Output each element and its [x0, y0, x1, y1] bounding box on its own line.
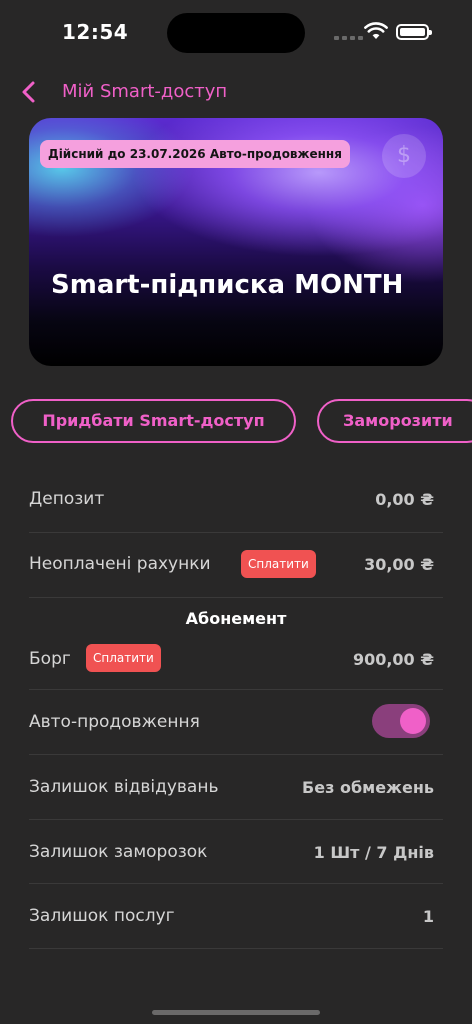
buy-smart-access-button[interactable]: Придбати Smart-доступ: [11, 399, 296, 443]
debt-label: Борг: [29, 649, 71, 669]
visits-left-value: Без обмежень: [302, 778, 434, 797]
deposit-value: 0,00 ₴: [375, 490, 434, 509]
wifi-icon: [364, 22, 388, 39]
visits-left-row: Залишок відвідувань Без обмежень: [29, 755, 443, 820]
status-time: 12:54: [62, 20, 129, 44]
page-title: Мій Smart-доступ: [62, 81, 228, 102]
debt-value: 900,00 ₴: [352, 650, 434, 669]
services-left-row: Залишок послуг 1: [29, 884, 443, 949]
subscription-card: Дійсний до 23.07.2026 Авто-продовження $…: [29, 118, 443, 366]
subscription-title: Smart-підписка MONTH: [51, 270, 404, 300]
battery-icon: [396, 24, 432, 40]
freezes-left-row: Залишок заморозок 1 Шт / 7 Днів: [29, 820, 443, 884]
validity-badge: Дійсний до 23.07.2026 Авто-продовження: [40, 140, 350, 168]
freezes-left-value: 1 Шт / 7 Днів: [313, 843, 434, 862]
auto-renewal-row: Авто-продовження: [29, 690, 443, 755]
unpaid-invoices-label: Неоплачені рахунки: [29, 554, 211, 574]
home-indicator: [152, 1010, 320, 1015]
unpaid-invoices-row: Неоплачені рахунки Сплатити 30,00 ₴: [29, 533, 443, 598]
toggle-knob: [400, 708, 426, 734]
services-left-label: Залишок послуг: [29, 906, 175, 926]
pay-debt-button[interactable]: Сплатити: [86, 644, 161, 672]
back-chevron-icon[interactable]: [18, 80, 42, 104]
status-bar: 12:54: [0, 0, 472, 64]
dollar-coin-icon: $: [382, 134, 426, 178]
auto-renewal-label: Авто-продовження: [29, 712, 200, 732]
auto-renewal-toggle[interactable]: [372, 704, 430, 738]
visits-left-label: Залишок відвідувань: [29, 777, 219, 797]
signal-icon: [334, 36, 363, 40]
deposit-row: Депозит 0,00 ₴: [29, 467, 443, 533]
deposit-label: Депозит: [29, 489, 105, 509]
pay-invoices-button[interactable]: Сплатити: [241, 550, 316, 578]
dynamic-island: [167, 13, 305, 53]
freeze-button[interactable]: Заморозити: [317, 399, 472, 443]
nav-header: Мій Smart-доступ: [0, 72, 472, 112]
debt-row: Борг Сплатити 900,00 ₴: [29, 630, 443, 690]
freezes-left-label: Залишок заморозок: [29, 842, 208, 862]
subscription-section-title: Абонемент: [185, 609, 287, 628]
unpaid-invoices-value: 30,00 ₴: [364, 555, 434, 574]
services-left-value: 1: [422, 907, 434, 926]
